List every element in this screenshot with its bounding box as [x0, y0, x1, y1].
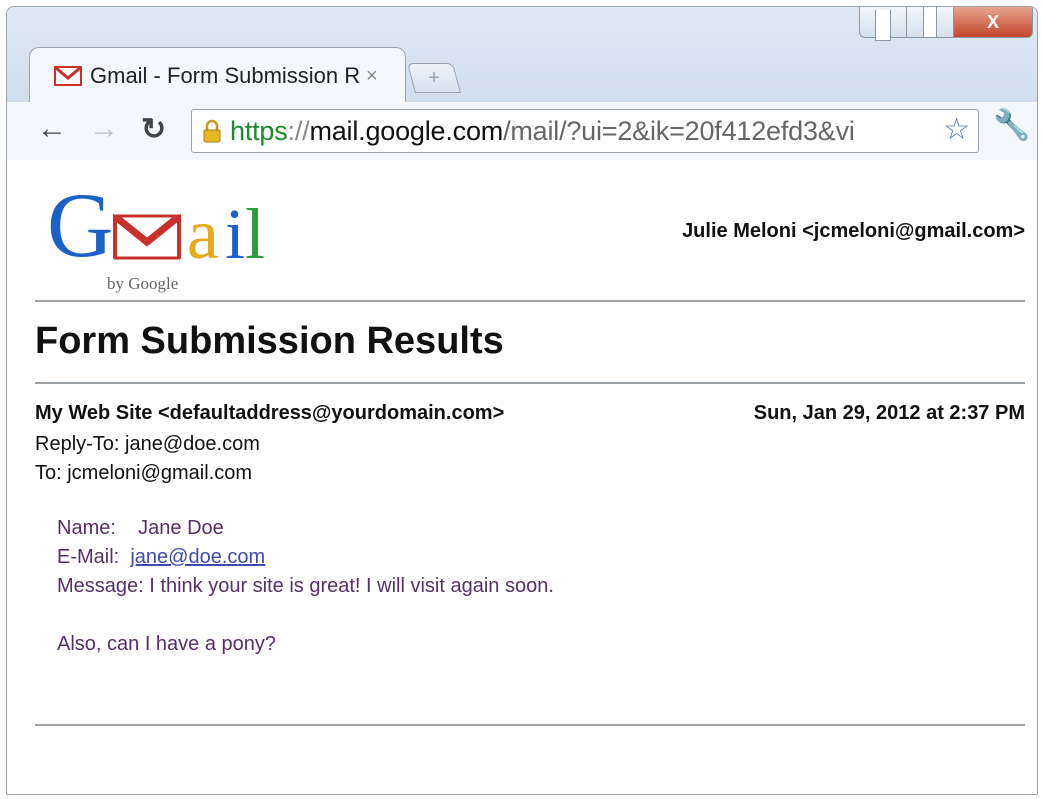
- svg-text:a: a: [187, 194, 219, 274]
- url-text: https://mail.google.com/mail/?ui=2&ik=20…: [230, 116, 855, 147]
- svg-text:G: G: [47, 176, 113, 276]
- maximize-icon: [923, 7, 937, 38]
- email-reply-to: Reply-To: jane@doe.com: [35, 433, 260, 455]
- new-tab-button[interactable]: +: [406, 63, 462, 93]
- tab-close-icon[interactable]: ×: [366, 65, 378, 88]
- gmail-logo-mark: G a i l: [47, 176, 265, 276]
- gmail-favicon: [54, 66, 82, 86]
- close-button[interactable]: X: [954, 7, 1033, 38]
- reload-icon[interactable]: ↻: [141, 112, 166, 147]
- svg-text:i: i: [225, 194, 245, 274]
- page-title: Form Submission Results: [35, 320, 504, 362]
- email-link[interactable]: jane@doe.com: [130, 546, 265, 568]
- minimize-button[interactable]: [859, 7, 907, 41]
- email-date: Sun, Jan 29, 2012 at 2:37 PM: [753, 402, 1025, 424]
- url-path: /mail/?ui=2&ik=20f412efd3&vi: [503, 115, 855, 146]
- tab-title: Gmail - Form Submission R: [90, 63, 360, 88]
- divider: [35, 724, 1025, 726]
- email-to: To: jcmeloni@gmail.com: [35, 462, 253, 484]
- gmail-logo: G a i l by Google: [45, 176, 295, 293]
- account-user: Julie Meloni <jcmeloni@gmail.com>: [682, 220, 1025, 242]
- window-controls: X: [859, 7, 1033, 41]
- name-value: Jane Doe: [138, 517, 224, 539]
- new-tab-icon: +: [428, 66, 440, 89]
- email-print-view: G a i l by Google Julie Meloni <jcmeloni…: [7, 160, 1037, 794]
- message-label: Message:: [57, 575, 144, 597]
- body-line-message: Message: I think your site is great! I w…: [57, 572, 554, 601]
- maximize-button[interactable]: [907, 7, 954, 38]
- browser-toolbar: ← → ↻ https://mail.google.com/mail/?ui=2…: [7, 102, 1037, 161]
- svg-text:l: l: [245, 194, 265, 274]
- forward-icon[interactable]: →: [89, 112, 119, 146]
- browser-tab[interactable]: Gmail - Form Submission R ×: [29, 47, 406, 104]
- body-line-name: Name: Jane Doe: [57, 514, 554, 543]
- body-line-extra: Also, can I have a pony?: [57, 633, 277, 655]
- email-from: My Web Site <defaultaddress@yourdomain.c…: [35, 402, 505, 424]
- email-body: Name: Jane Doe E-Mail: jane@doe.com Mess…: [57, 514, 554, 659]
- name-label: Name:: [57, 517, 116, 539]
- logo-byline: by Google: [107, 274, 179, 293]
- wrench-icon[interactable]: 🔧: [993, 108, 1030, 143]
- minimize-icon: [875, 9, 891, 41]
- close-icon: X: [986, 11, 999, 32]
- body-line-email: E-Mail: jane@doe.com: [57, 543, 554, 572]
- message-value: I think your site is great! I will visit…: [149, 575, 554, 597]
- url-scheme: https: [230, 115, 288, 146]
- browser-window: X Gmail - Form Submission R × + ← → ↻ ht…: [6, 6, 1038, 795]
- star-icon[interactable]: ☆: [943, 112, 970, 147]
- url-separator: ://: [287, 115, 310, 146]
- divider: [35, 300, 1025, 302]
- address-bar[interactable]: https://mail.google.com/mail/?ui=2&ik=20…: [191, 109, 979, 153]
- divider: [35, 382, 1025, 384]
- lock-icon: [203, 119, 221, 143]
- email-label: E-Mail:: [57, 546, 120, 568]
- url-host: mail.google.com: [309, 115, 504, 146]
- back-icon[interactable]: ←: [37, 112, 67, 146]
